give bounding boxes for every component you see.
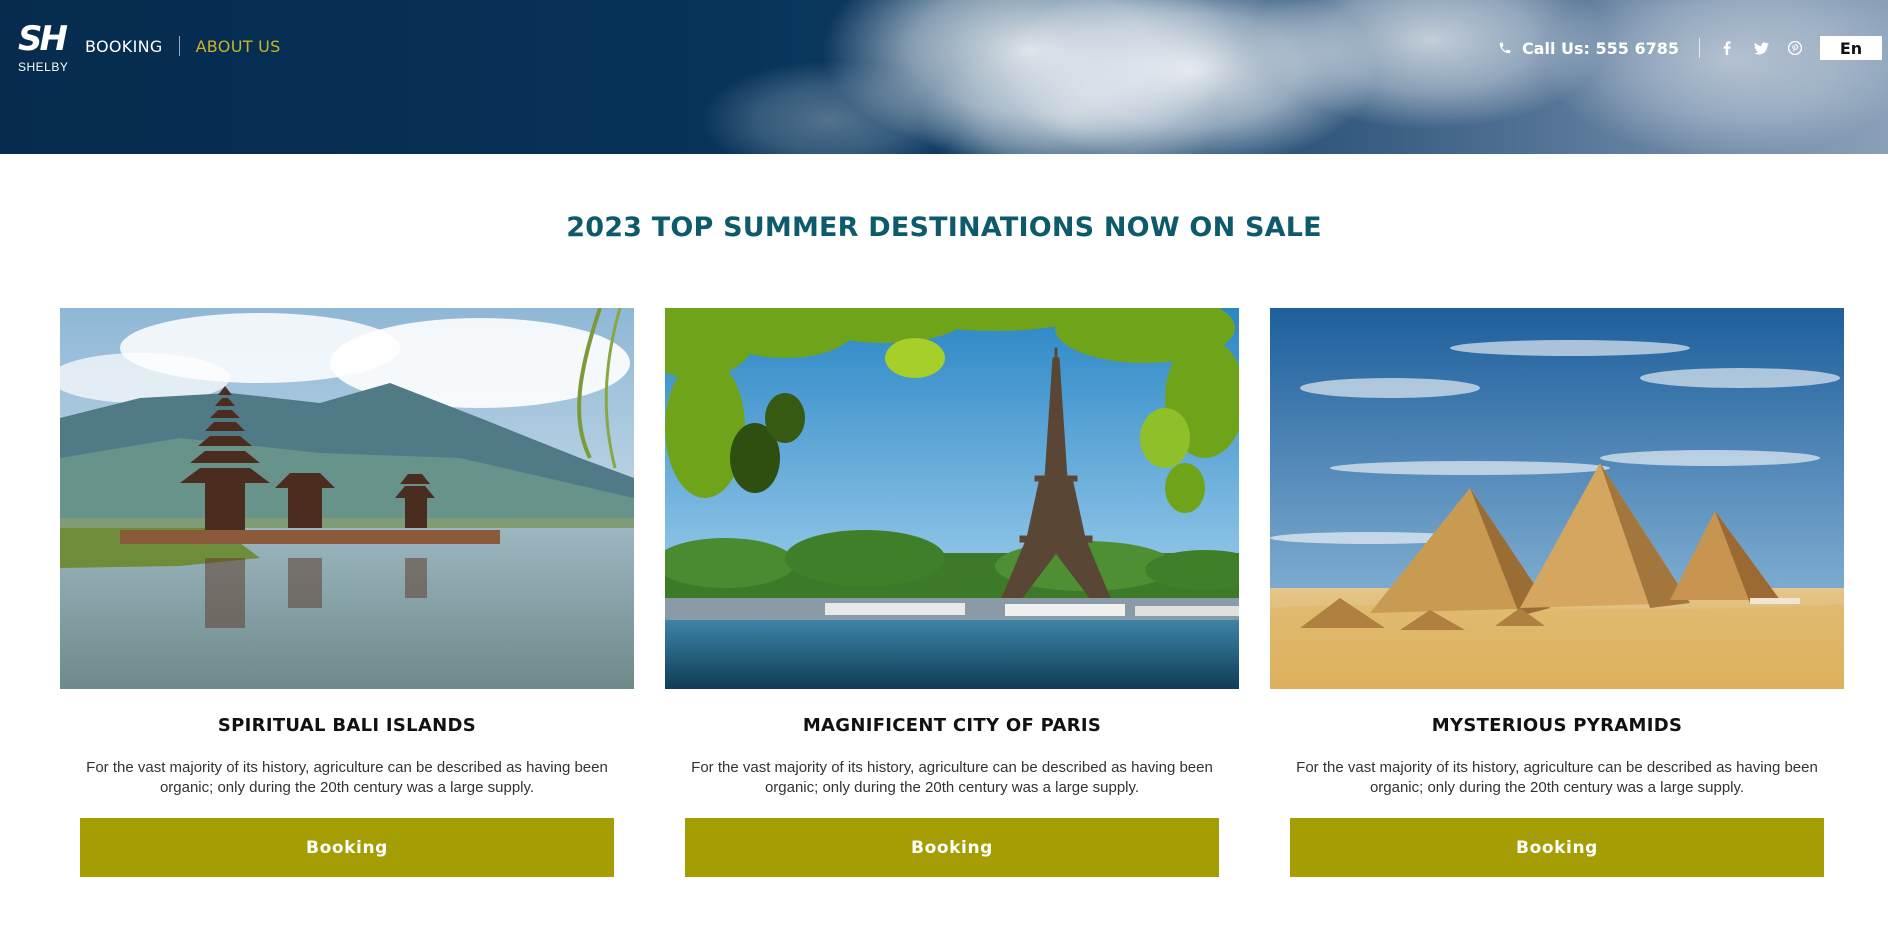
logo-name: SHELBY [18, 60, 69, 74]
main-nav: BOOKING ABOUT US [85, 36, 281, 56]
header-cloud [1540, 0, 1888, 154]
pinterest-icon[interactable] [1786, 39, 1804, 57]
card-title: MYSTERIOUS PYRAMIDS [1431, 715, 1683, 736]
card-description: For the vast majority of its history, ag… [86, 759, 608, 796]
facebook-icon[interactable] [1718, 39, 1736, 57]
site-logo[interactable]: SH SHELBY [18, 22, 78, 74]
header-divider [1699, 38, 1700, 58]
phone-icon [1499, 42, 1511, 54]
destination-card-paris: MAGNIFICENT CITY OF PARIS For the vast m… [665, 308, 1239, 877]
nav-about-link[interactable]: ABOUT US [196, 37, 281, 56]
social-links [1718, 39, 1820, 57]
twitter-icon[interactable] [1752, 39, 1770, 57]
logo-mark: SH [18, 19, 68, 59]
destination-card-pyramids: MYSTERIOUS PYRAMIDS For the vast majorit… [1270, 308, 1844, 877]
header-right: Call Us: 555 6785 En [1498, 36, 1882, 60]
phone-text: Call Us: 555 6785 [1521, 38, 1679, 58]
nav-booking-link[interactable]: BOOKING [85, 37, 163, 56]
card-title: MAGNIFICENT CITY OF PARIS [802, 715, 1102, 736]
destination-card-bali: SPIRITUAL BALI ISLANDS For the vast majo… [60, 308, 634, 877]
card-title: SPIRITUAL BALI ISLANDS [217, 715, 477, 736]
phone-link[interactable]: Call Us: 555 6785 [1498, 39, 1679, 58]
paris-photo [665, 308, 1239, 689]
booking-button[interactable]: Booking [80, 818, 614, 877]
pyramids-photo [1270, 308, 1844, 689]
card-description: For the vast majority of its history, ag… [691, 759, 1213, 796]
nav-divider [178, 36, 180, 56]
booking-button[interactable]: Booking [685, 818, 1219, 877]
bali-photo [60, 308, 634, 689]
booking-button[interactable]: Booking [1290, 818, 1824, 877]
site-header: SH SHELBY BOOKING ABOUT US Call Us: 555 … [0, 0, 1888, 154]
section-title: 2023 TOP SUMMER DESTINATIONS NOW ON SALE [566, 212, 1322, 243]
language-selector[interactable]: En [1820, 36, 1882, 60]
card-description: For the vast majority of its history, ag… [1296, 759, 1818, 796]
